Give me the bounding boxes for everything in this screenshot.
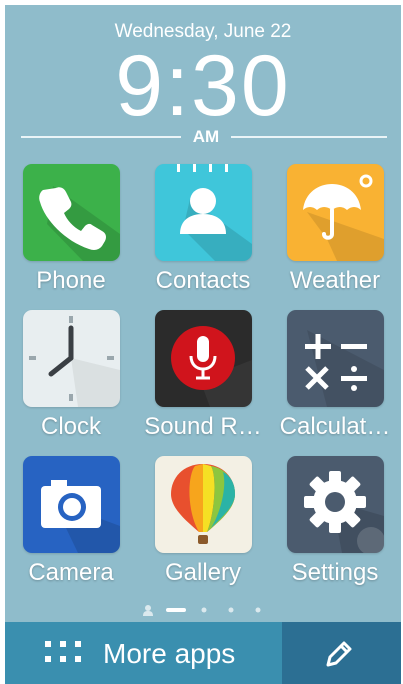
phone-icon [22,164,120,261]
app-phone[interactable]: Phone [6,164,136,295]
app-label: Settings [291,559,379,586]
dock: More apps [5,622,401,684]
balloon-icon [154,456,252,553]
app-calculator[interactable]: Calculat… [270,310,400,441]
app-sound-recorder[interactable]: Sound R… [138,310,268,441]
ampm-text: AM [192,127,220,146]
app-camera[interactable]: Camera [6,456,136,587]
app-label: Calculat… [279,413,391,440]
grid-icon [45,641,81,662]
app-gallery[interactable]: Gallery [138,456,268,587]
app-label: Clock [40,413,101,440]
clock-icon [22,310,120,407]
app-clock[interactable]: Clock [6,310,136,441]
page-indicator [5,603,401,619]
more-apps-button[interactable]: More apps [5,622,282,684]
pencil-icon [326,641,352,667]
camera-icon [22,456,120,553]
clock-time[interactable]: 9:30 [5,41,401,131]
app-label: Gallery [164,559,242,586]
divider-left [21,136,181,138]
home-page-icon[interactable] [143,605,153,616]
page-dot[interactable] [255,607,261,613]
page-dot-current[interactable] [166,608,186,612]
app-label: Weather [289,267,381,294]
umbrella-icon [286,164,384,261]
app-label: Contacts [155,267,251,294]
contacts-icon [154,164,252,261]
app-label: Sound R… [144,413,262,440]
app-label: Phone [36,267,106,294]
page-dot[interactable] [201,607,207,613]
app-weather[interactable]: Weather [270,164,400,295]
microphone-icon [154,310,252,407]
home-screen: Wednesday, June 22 9:30 AM Phone Contact… [5,5,401,684]
gear-icon [286,456,384,553]
app-contacts[interactable]: Contacts [138,164,268,295]
edit-button[interactable] [282,622,401,684]
app-settings[interactable]: Settings [270,456,400,587]
app-label: Camera [28,559,114,586]
divider-right [231,136,387,138]
page-dot[interactable] [228,607,234,613]
more-apps-label: More apps [103,638,236,669]
calculator-icon [286,310,384,407]
